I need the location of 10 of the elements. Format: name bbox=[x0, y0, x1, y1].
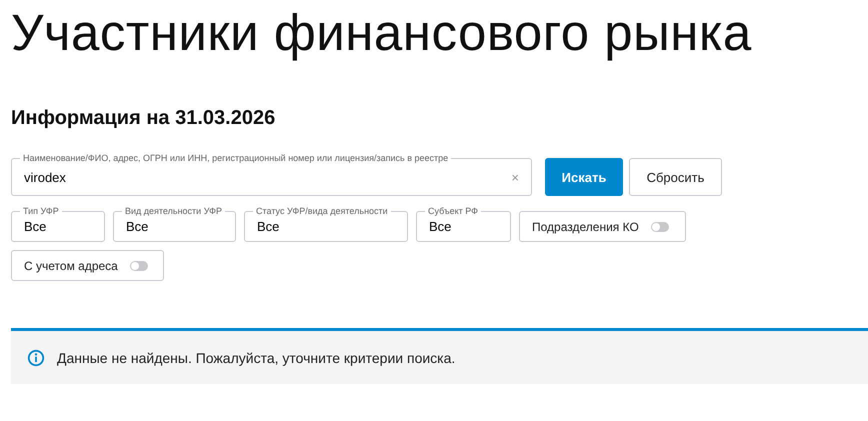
toggle-label: С учетом адреса bbox=[24, 258, 118, 272]
toggle-switch[interactable] bbox=[130, 260, 148, 270]
info-icon bbox=[27, 348, 45, 366]
reset-button[interactable]: Сбросить bbox=[629, 158, 722, 196]
search-button[interactable]: Искать bbox=[545, 158, 623, 196]
toggle-label: Подразделения КО bbox=[532, 220, 639, 234]
page-title: Участники финансового рынка bbox=[11, 3, 752, 63]
notice-message: Данные не найдены. Пожалуйста, уточните критерии поиска. bbox=[57, 350, 456, 366]
info-date-heading: Информация на 31.03.2026 bbox=[11, 106, 276, 131]
toggle-switch[interactable] bbox=[650, 222, 669, 232]
